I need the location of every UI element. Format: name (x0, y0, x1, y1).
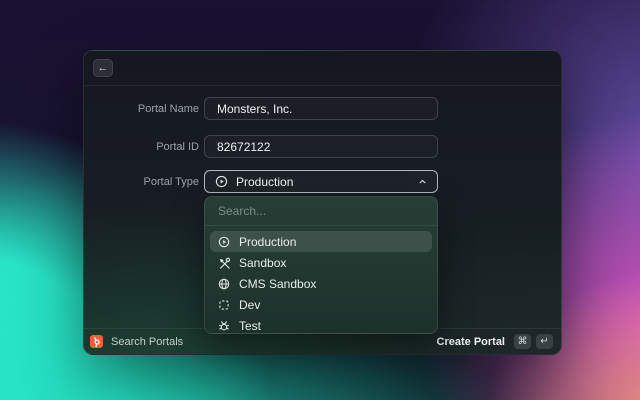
option-label: CMS Sandbox (239, 276, 317, 291)
enter-key-badge: ↵ (536, 334, 553, 349)
search-portals-label: Search Portals (111, 335, 184, 348)
portal-type-label: Portal Type (143, 175, 199, 188)
bug-icon (218, 320, 230, 332)
option-test[interactable]: Test (210, 315, 432, 336)
option-label: Production (239, 234, 297, 249)
option-dev[interactable]: Dev (210, 294, 432, 315)
option-production[interactable]: Production (210, 231, 432, 252)
portal-type-select[interactable]: Production (204, 170, 438, 193)
play-circle-icon (218, 236, 230, 248)
option-label: Test (239, 318, 262, 333)
footer-actions: Create Portal ⌘ ↵ (437, 334, 553, 349)
portal-name-label: Portal Name (137, 102, 199, 115)
tools-icon (218, 257, 230, 269)
create-portal-button[interactable]: Create Portal (437, 336, 505, 348)
portal-type-value: Production (236, 174, 294, 189)
portal-name-row: Portal Name (84, 97, 561, 120)
dashed-box-icon (218, 299, 230, 311)
search-portals-button[interactable]: Search Portals (90, 335, 183, 348)
portal-id-label: Portal ID (156, 140, 199, 153)
modal-header: ← (84, 51, 561, 86)
hubspot-logo-icon (90, 335, 103, 348)
back-button[interactable]: ← (93, 59, 113, 77)
dropdown-options: Production Sandbox CMS Sandbox Dev Test (205, 226, 437, 341)
option-label: Sandbox (239, 255, 287, 270)
command-key-badge: ⌘ (514, 334, 531, 349)
portal-type-dropdown: Production Sandbox CMS Sandbox Dev (204, 196, 438, 334)
play-circle-icon (215, 175, 228, 188)
dropdown-search-input[interactable] (205, 204, 437, 218)
portal-name-input[interactable] (204, 97, 438, 120)
option-label: Dev (239, 297, 261, 312)
portal-id-row: Portal ID (84, 135, 561, 158)
back-arrow-icon: ← (97, 62, 109, 74)
portal-type-row: Portal Type Production (84, 170, 561, 193)
dropdown-search-row (205, 197, 437, 226)
option-cms-sandbox[interactable]: CMS Sandbox (210, 273, 432, 294)
portal-id-input[interactable] (204, 135, 438, 158)
chevron-up-icon (418, 177, 427, 186)
option-sandbox[interactable]: Sandbox (210, 252, 432, 273)
create-portal-modal: ← Portal Name Portal ID Portal Type Prod… (83, 50, 562, 355)
globe-icon (218, 278, 230, 290)
